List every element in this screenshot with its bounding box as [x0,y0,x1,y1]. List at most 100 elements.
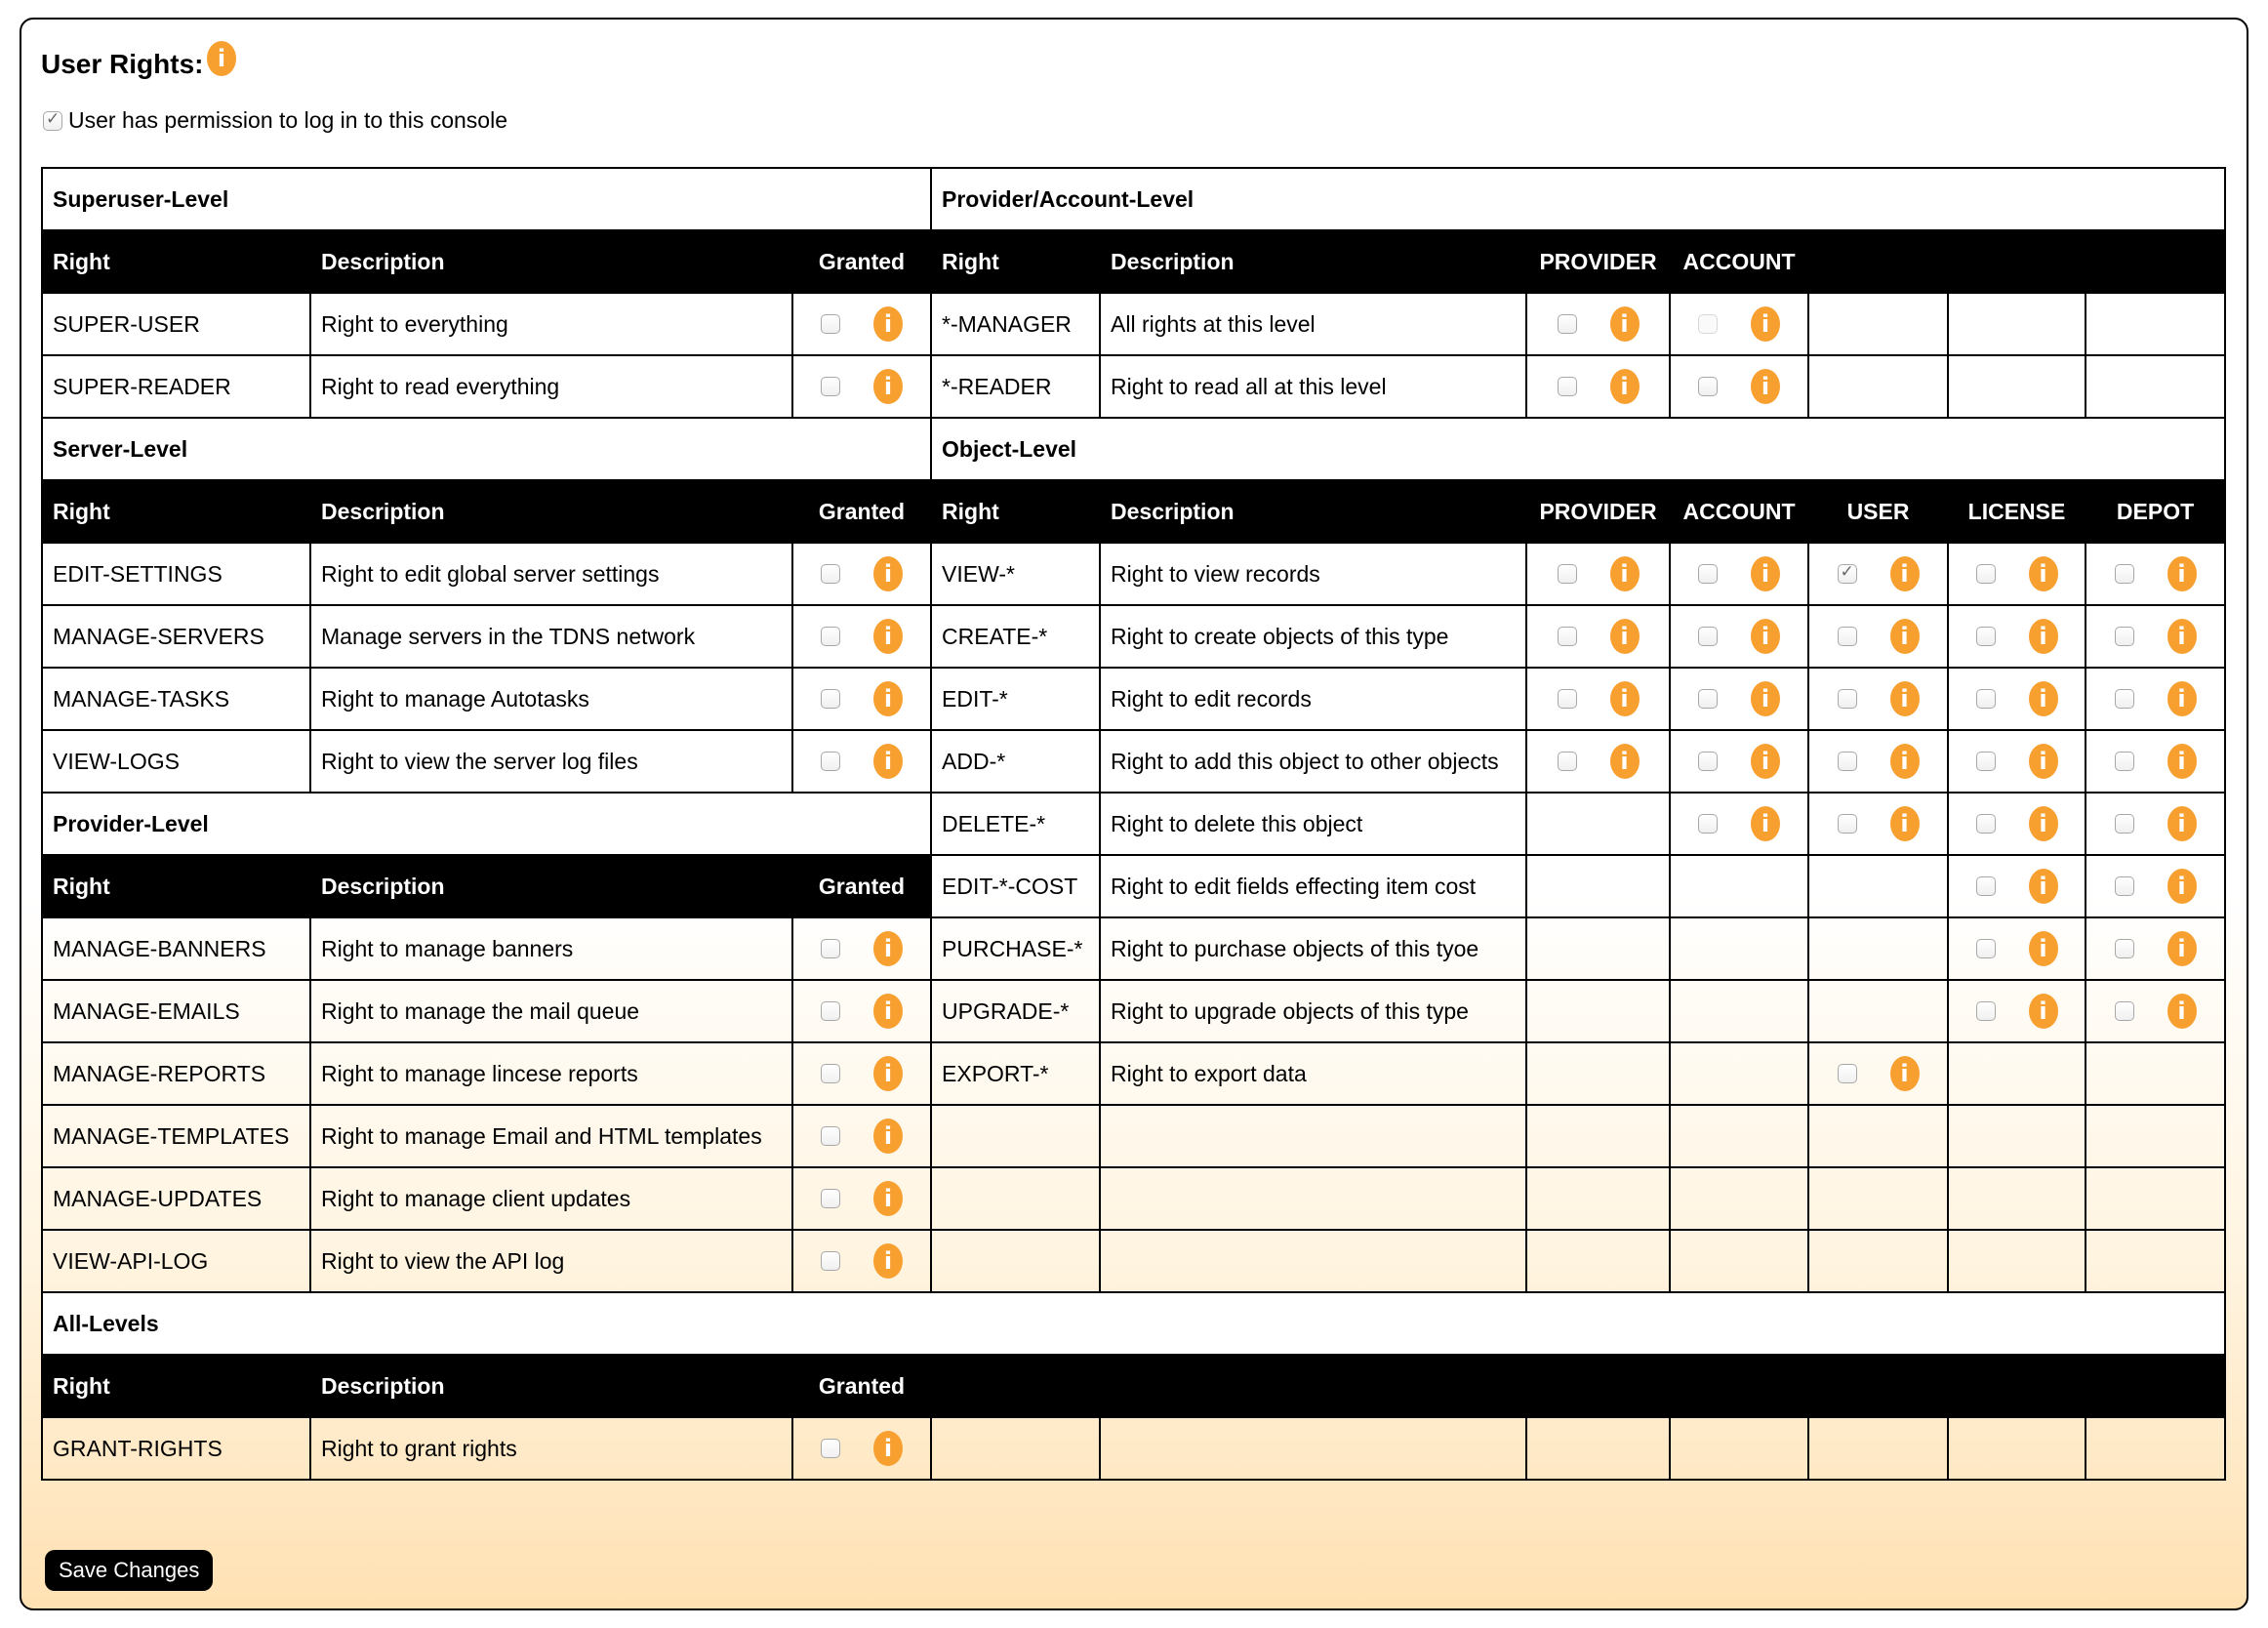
info-icon[interactable]: i [2167,619,2197,654]
save-changes-button[interactable]: Save Changes [45,1550,214,1591]
account-checkbox[interactable] [1698,627,1719,646]
info-icon[interactable]: i [1889,806,1920,841]
info-icon[interactable]: i [2167,806,2197,841]
granted-checkbox[interactable] [821,1064,840,1083]
depot-checkbox[interactable] [2114,814,2134,834]
account-checkbox[interactable] [1698,752,1719,771]
info-icon[interactable]: i [1889,619,1920,654]
granted-checkbox[interactable] [821,377,840,396]
depot-checkbox[interactable] [2114,564,2134,584]
account-checkbox[interactable] [1698,314,1719,334]
user-checkbox[interactable] [1837,689,1857,709]
info-icon[interactable]: i [1889,744,1920,779]
license-checkbox[interactable] [1975,564,1996,584]
info-icon[interactable]: i [873,1431,903,1466]
info-icon[interactable]: i [873,744,903,779]
user-checkbox[interactable] [1837,562,1857,584]
info-icon[interactable]: i [2028,619,2058,654]
depot-checkbox[interactable] [2114,1001,2134,1021]
info-icon[interactable]: i [873,1056,903,1091]
info-icon[interactable]: i [1889,556,1920,591]
granted-checkbox[interactable] [821,1001,840,1021]
info-icon[interactable]: i [2028,869,2058,904]
info-icon[interactable]: i [873,619,903,654]
info-icon[interactable]: i [1609,306,1640,342]
license-checkbox[interactable] [1975,689,1996,709]
granted-checkbox[interactable] [821,1439,840,1458]
info-icon[interactable]: i [1751,619,1781,654]
license-checkbox[interactable] [1975,1001,1996,1021]
license-checkbox[interactable] [1975,876,1996,896]
info-icon[interactable]: i [873,369,903,404]
license-checkbox[interactable] [1975,939,1996,958]
info-icon[interactable]: i [873,931,903,966]
account-checkbox[interactable] [1698,377,1719,396]
info-icon[interactable]: i [2028,744,2058,779]
info-icon[interactable]: i [207,41,236,76]
info-icon[interactable]: i [1609,619,1640,654]
info-icon[interactable]: i [873,306,903,342]
info-icon[interactable]: i [2028,931,2058,966]
provider-checkbox[interactable] [1557,689,1577,709]
info-icon[interactable]: i [2028,681,2058,716]
granted-checkbox[interactable] [821,627,840,646]
granted-checkbox[interactable] [821,939,840,958]
info-icon[interactable]: i [1751,806,1781,841]
info-icon[interactable]: i [1609,681,1640,716]
provider-checkbox[interactable] [1557,314,1577,334]
granted-checkbox[interactable] [821,1189,840,1208]
depot-checkbox[interactable] [2114,876,2134,896]
info-icon[interactable]: i [1609,744,1640,779]
info-icon[interactable]: i [873,1119,903,1154]
info-icon[interactable]: i [2167,931,2197,966]
provider-checkbox[interactable] [1557,377,1577,396]
info-icon[interactable]: i [1751,744,1781,779]
provider-checkbox[interactable] [1557,752,1577,771]
info-icon[interactable]: i [1609,369,1640,404]
granted-checkbox[interactable] [821,1251,840,1271]
info-icon[interactable]: i [2167,994,2197,1029]
depot-checkbox[interactable] [2114,752,2134,771]
info-icon[interactable]: i [1609,556,1640,591]
granted-checkbox[interactable] [821,1126,840,1146]
license-checkbox[interactable] [1975,627,1996,646]
granted-checkbox[interactable] [821,689,840,709]
granted-checkbox[interactable] [821,314,840,334]
info-icon[interactable]: i [1751,306,1781,342]
info-icon[interactable]: i [873,1181,903,1216]
info-icon[interactable]: i [873,681,903,716]
info-icon[interactable]: i [873,1243,903,1279]
info-icon[interactable]: i [2028,994,2058,1029]
provider-checkbox[interactable] [1557,627,1577,646]
user-checkbox[interactable] [1837,627,1857,646]
account-checkbox[interactable] [1698,564,1719,584]
info-icon[interactable]: i [873,556,903,591]
info-icon[interactable]: i [1751,681,1781,716]
user-checkbox[interactable] [1837,814,1857,834]
depot-checkbox[interactable] [2114,689,2134,709]
info-icon[interactable]: i [2028,556,2058,591]
license-checkbox[interactable] [1975,752,1996,771]
info-icon[interactable]: i [2167,869,2197,904]
info-icon[interactable]: i [1889,1056,1920,1091]
granted-checkbox[interactable] [821,564,840,584]
user-checkbox[interactable] [1837,752,1857,771]
granted-checkbox[interactable] [821,752,840,771]
granted: i [790,292,933,356]
info-icon[interactable]: i [1889,681,1920,716]
info-icon[interactable]: i [873,994,903,1029]
info-icon[interactable]: i [1751,556,1781,591]
info-icon[interactable]: i [2028,806,2058,841]
user-checkbox[interactable] [1837,1064,1857,1083]
license-checkbox[interactable] [1975,814,1996,834]
account-checkbox[interactable] [1698,689,1719,709]
info-icon[interactable]: i [1751,369,1781,404]
info-icon[interactable]: i [2167,744,2197,779]
provider-checkbox[interactable] [1557,564,1577,584]
login-permission-checkbox[interactable] [43,109,62,131]
depot-checkbox[interactable] [2114,627,2134,646]
account-checkbox[interactable] [1698,814,1719,834]
info-icon[interactable]: i [2167,681,2197,716]
depot-checkbox[interactable] [2114,939,2134,958]
info-icon[interactable]: i [2167,556,2197,591]
